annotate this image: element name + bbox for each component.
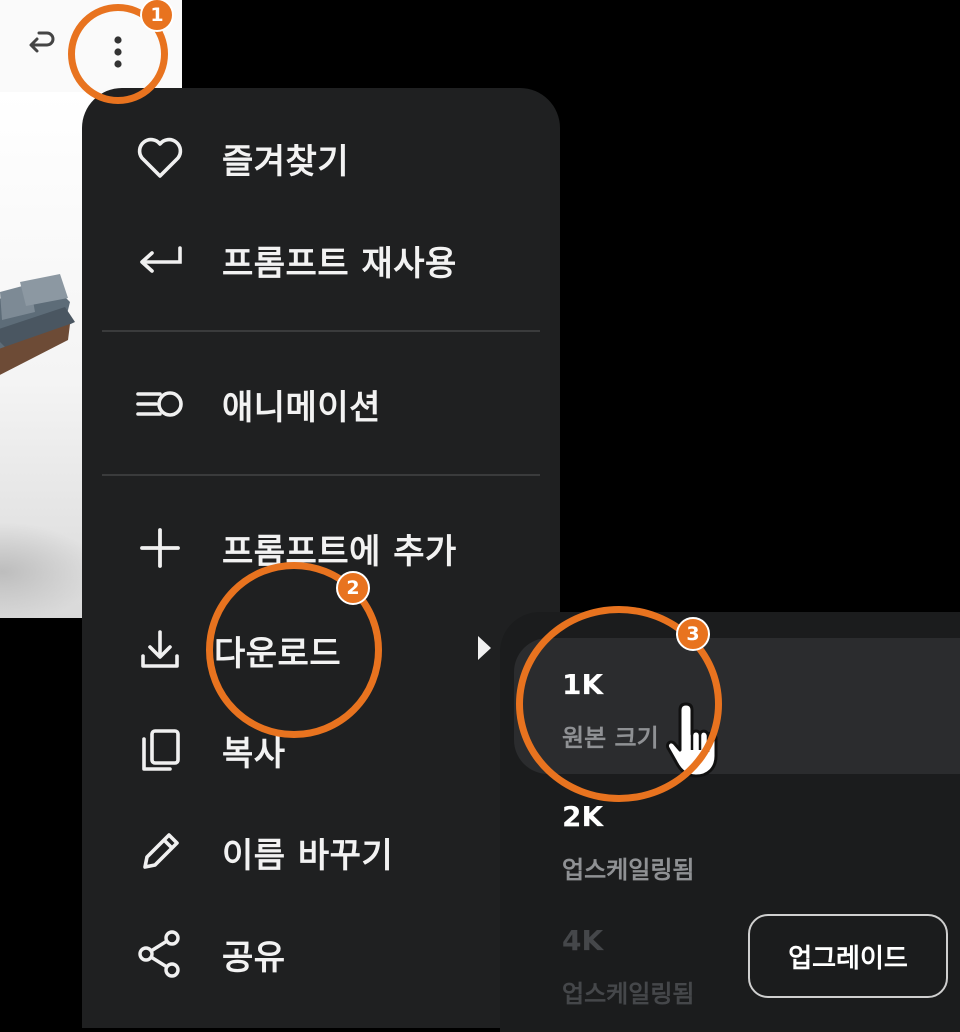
menu-item-label: 다운로드 <box>214 633 342 674</box>
menu-item-label: 프롬프트에 추가 <box>222 531 457 572</box>
option-title: 4K <box>562 924 604 957</box>
menu-item-download[interactable]: 다운로드 <box>82 610 560 690</box>
option-description: 원본 크기 <box>562 724 659 752</box>
annotation-badge-2: 2 <box>336 571 370 605</box>
menu-item-reuse-prompt[interactable]: 프롬프트 재사용 <box>82 220 560 300</box>
menu-item-label: 복사 <box>222 733 286 774</box>
more-vertical-icon[interactable] <box>104 32 132 72</box>
return-arrow-icon <box>134 234 186 286</box>
reuse-arrow-icon[interactable] <box>22 28 58 64</box>
menu-item-label: 즐겨찾기 <box>222 141 350 182</box>
download-icon <box>134 624 186 676</box>
heart-icon <box>134 132 186 184</box>
copy-icon <box>134 724 186 776</box>
download-option-1k[interactable]: 1K 원본 크기 <box>514 638 960 774</box>
menu-item-label: 공유 <box>222 937 286 978</box>
download-option-2k[interactable]: 2K 업스케일링됨 <box>514 770 960 906</box>
menu-item-add-to-prompt[interactable]: 프롬프트에 추가 <box>82 508 560 588</box>
share-icon <box>134 928 186 980</box>
option-description: 업스케일링됨 <box>562 856 695 884</box>
menu-item-animation[interactable]: 애니메이션 <box>82 364 560 444</box>
menu-item-rename[interactable]: 이름 바꾸기 <box>82 812 560 892</box>
menu-divider <box>102 474 540 476</box>
menu-item-label: 애니메이션 <box>222 387 381 428</box>
annotation-badge-3: 3 <box>676 617 710 651</box>
option-title: 1K <box>562 668 604 701</box>
menu-item-label: 프롬프트 재사용 <box>222 243 457 284</box>
animation-icon <box>134 378 186 430</box>
menu-item-copy[interactable]: 복사 <box>82 710 560 790</box>
context-menu: 즐겨찾기 프롬프트 재사용 애니메이션 프롬프트에 추가 다운로드 복사 이름 … <box>82 88 560 1028</box>
upgrade-button[interactable]: 업그레이드 <box>748 914 948 998</box>
menu-item-favorite[interactable]: 즐겨찾기 <box>82 118 560 198</box>
plus-icon <box>134 522 186 574</box>
option-title: 2K <box>562 800 604 833</box>
hand-cursor-icon <box>666 702 718 778</box>
image-object <box>0 274 75 375</box>
menu-item-share[interactable]: 공유 <box>82 914 560 994</box>
menu-divider <box>102 330 540 332</box>
menu-item-label: 이름 바꾸기 <box>222 835 394 876</box>
pencil-icon <box>134 826 186 878</box>
option-description: 업스케일링됨 <box>562 980 695 1008</box>
submenu-arrow-icon <box>478 636 491 660</box>
